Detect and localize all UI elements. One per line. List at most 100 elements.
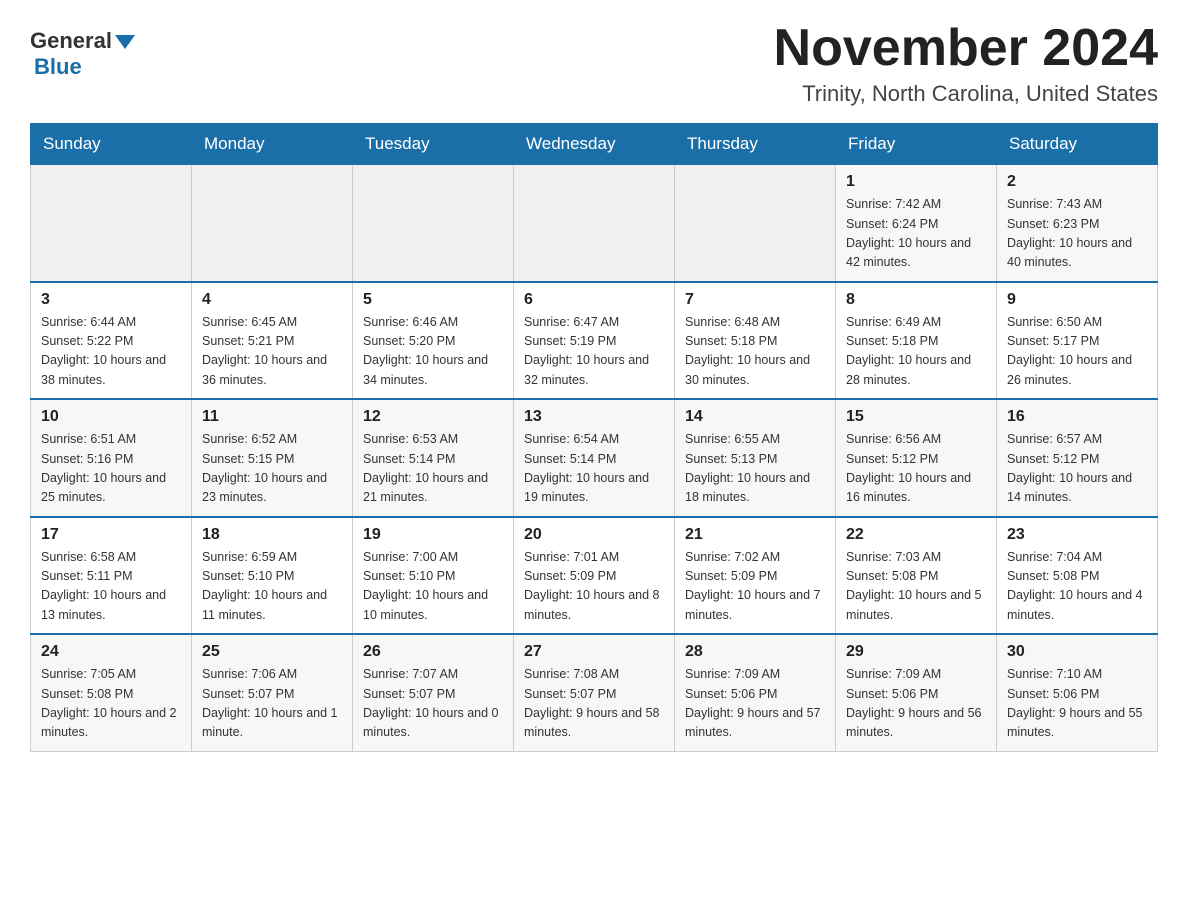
day-number: 8 <box>846 291 986 309</box>
calendar-cell-w4-d5: 22 Sunrise: 7:03 AMSunset: 5:08 PMDayligh… <box>836 517 997 635</box>
logo-blue-text: Blue <box>34 54 82 80</box>
day-info: Sunrise: 6:49 AMSunset: 5:18 PMDaylight:… <box>846 313 986 391</box>
calendar-cell-w5-d2: 26Sunrise: 7:07 AMSunset: 5:07 PMDayligh… <box>353 634 514 751</box>
calendar-cell-w3-d6: 16 Sunrise: 6:57 AMSunset: 5:12 PMDayligh… <box>997 399 1158 517</box>
calendar-cell-w4-d0: 17 Sunrise: 6:58 AMSunset: 5:11 PMDayligh… <box>31 517 192 635</box>
day-info: Sunrise: 7:09 AMSunset: 5:06 PMDaylight:… <box>685 665 825 743</box>
calendar-cell-w2-d4: 7Sunrise: 6:48 AMSunset: 5:18 PMDaylight… <box>675 282 836 400</box>
calendar-week-2: 3 Sunrise: 6:44 AMSunset: 5:22 PMDaylight… <box>31 282 1158 400</box>
day-number: 5 <box>363 291 503 309</box>
day-number: 7 <box>685 291 825 309</box>
day-info: Sunrise: 7:02 AMSunset: 5:09 PMDaylight:… <box>685 548 825 626</box>
day-number: 23 <box>1007 526 1147 544</box>
day-info: Sunrise: 7:08 AMSunset: 5:07 PMDaylight:… <box>524 665 664 743</box>
month-year-title: November 2024 <box>774 20 1158 77</box>
calendar-cell-w4-d1: 18 Sunrise: 6:59 AMSunset: 5:10 PMDayligh… <box>192 517 353 635</box>
day-info: Sunrise: 6:54 AMSunset: 5:14 PMDaylight:… <box>524 430 664 508</box>
day-info: Sunrise: 7:43 AMSunset: 6:23 PMDaylight:… <box>1007 195 1147 273</box>
day-number: 10 <box>41 408 181 426</box>
day-info: Sunrise: 6:51 AMSunset: 5:16 PMDaylight:… <box>41 430 181 508</box>
day-number: 13 <box>524 408 664 426</box>
calendar-cell-w5-d0: 24 Sunrise: 7:05 AMSunset: 5:08 PMDayligh… <box>31 634 192 751</box>
calendar-cell-w1-d6: 2 Sunrise: 7:43 AMSunset: 6:23 PMDaylight… <box>997 165 1158 282</box>
day-info: Sunrise: 7:07 AMSunset: 5:07 PMDaylight:… <box>363 665 503 743</box>
calendar-cell-w3-d5: 15 Sunrise: 6:56 AMSunset: 5:12 PMDayligh… <box>836 399 997 517</box>
day-number: 25 <box>202 643 342 661</box>
day-number: 27 <box>524 643 664 661</box>
day-number: 24 <box>41 643 181 661</box>
day-info: Sunrise: 6:56 AMSunset: 5:12 PMDaylight:… <box>846 430 986 508</box>
calendar-cell-w5-d5: 29Sunrise: 7:09 AMSunset: 5:06 PMDayligh… <box>836 634 997 751</box>
calendar-cell-w1-d4 <box>675 165 836 282</box>
calendar-cell-w3-d3: 13 Sunrise: 6:54 AMSunset: 5:14 PMDayligh… <box>514 399 675 517</box>
day-info: Sunrise: 7:01 AMSunset: 5:09 PMDaylight:… <box>524 548 664 626</box>
day-number: 20 <box>524 526 664 544</box>
day-number: 15 <box>846 408 986 426</box>
day-number: 9 <box>1007 291 1147 309</box>
calendar-cell-w3-d2: 12Sunrise: 6:53 AMSunset: 5:14 PMDayligh… <box>353 399 514 517</box>
calendar-week-5: 24 Sunrise: 7:05 AMSunset: 5:08 PMDayligh… <box>31 634 1158 751</box>
calendar-cell-w3-d0: 10 Sunrise: 6:51 AMSunset: 5:16 PMDayligh… <box>31 399 192 517</box>
day-number: 18 <box>202 526 342 544</box>
calendar-cell-w5-d4: 28Sunrise: 7:09 AMSunset: 5:06 PMDayligh… <box>675 634 836 751</box>
day-number: 2 <box>1007 173 1147 191</box>
calendar-cell-w1-d1 <box>192 165 353 282</box>
calendar-week-1: 1 Sunrise: 7:42 AMSunset: 6:24 PMDaylight… <box>31 165 1158 282</box>
day-number: 21 <box>685 526 825 544</box>
col-monday: Monday <box>192 124 353 165</box>
calendar-cell-w2-d6: 9 Sunrise: 6:50 AMSunset: 5:17 PMDaylight… <box>997 282 1158 400</box>
day-info: Sunrise: 7:42 AMSunset: 6:24 PMDaylight:… <box>846 195 986 273</box>
calendar-header-row: Sunday Monday Tuesday Wednesday Thursday… <box>31 124 1158 165</box>
calendar-cell-w2-d2: 5 Sunrise: 6:46 AMSunset: 5:20 PMDaylight… <box>353 282 514 400</box>
day-info: Sunrise: 6:55 AMSunset: 5:13 PMDaylight:… <box>685 430 825 508</box>
page-header: General Blue November 2024 Trinity, Nort… <box>30 20 1158 107</box>
day-number: 22 <box>846 526 986 544</box>
day-number: 3 <box>41 291 181 309</box>
day-number: 14 <box>685 408 825 426</box>
day-info: Sunrise: 7:06 AMSunset: 5:07 PMDaylight:… <box>202 665 342 743</box>
calendar-cell-w4-d3: 20 Sunrise: 7:01 AMSunset: 5:09 PMDayligh… <box>514 517 675 635</box>
calendar-cell-w5-d3: 27 Sunrise: 7:08 AMSunset: 5:07 PMDayligh… <box>514 634 675 751</box>
calendar-cell-w1-d0 <box>31 165 192 282</box>
calendar-cell-w2-d3: 6 Sunrise: 6:47 AMSunset: 5:19 PMDaylight… <box>514 282 675 400</box>
day-info: Sunrise: 7:03 AMSunset: 5:08 PMDaylight:… <box>846 548 986 626</box>
day-info: Sunrise: 7:04 AMSunset: 5:08 PMDaylight:… <box>1007 548 1147 626</box>
col-thursday: Thursday <box>675 124 836 165</box>
day-number: 1 <box>846 173 986 191</box>
logo: General Blue <box>30 28 135 80</box>
day-info: Sunrise: 6:44 AMSunset: 5:22 PMDaylight:… <box>41 313 181 391</box>
day-number: 11 <box>202 408 342 426</box>
day-info: Sunrise: 6:47 AMSunset: 5:19 PMDaylight:… <box>524 313 664 391</box>
calendar-cell-w1-d5: 1 Sunrise: 7:42 AMSunset: 6:24 PMDaylight… <box>836 165 997 282</box>
day-info: Sunrise: 6:53 AMSunset: 5:14 PMDaylight:… <box>363 430 503 508</box>
title-section: November 2024 Trinity, North Carolina, U… <box>774 20 1158 107</box>
day-number: 4 <box>202 291 342 309</box>
col-tuesday: Tuesday <box>353 124 514 165</box>
day-info: Sunrise: 7:00 AMSunset: 5:10 PMDaylight:… <box>363 548 503 626</box>
day-number: 17 <box>41 526 181 544</box>
col-friday: Friday <box>836 124 997 165</box>
calendar-cell-w1-d3 <box>514 165 675 282</box>
day-info: Sunrise: 6:45 AMSunset: 5:21 PMDaylight:… <box>202 313 342 391</box>
calendar-week-3: 10 Sunrise: 6:51 AMSunset: 5:16 PMDayligh… <box>31 399 1158 517</box>
calendar-week-4: 17 Sunrise: 6:58 AMSunset: 5:11 PMDayligh… <box>31 517 1158 635</box>
calendar-table: Sunday Monday Tuesday Wednesday Thursday… <box>30 123 1158 752</box>
col-sunday: Sunday <box>31 124 192 165</box>
day-info: Sunrise: 6:46 AMSunset: 5:20 PMDaylight:… <box>363 313 503 391</box>
calendar-cell-w2-d1: 4 Sunrise: 6:45 AMSunset: 5:21 PMDaylight… <box>192 282 353 400</box>
calendar-cell-w3-d4: 14 Sunrise: 6:55 AMSunset: 5:13 PMDayligh… <box>675 399 836 517</box>
day-info: Sunrise: 6:50 AMSunset: 5:17 PMDaylight:… <box>1007 313 1147 391</box>
day-info: Sunrise: 7:09 AMSunset: 5:06 PMDaylight:… <box>846 665 986 743</box>
day-number: 16 <box>1007 408 1147 426</box>
col-saturday: Saturday <box>997 124 1158 165</box>
day-number: 19 <box>363 526 503 544</box>
calendar-cell-w2-d0: 3 Sunrise: 6:44 AMSunset: 5:22 PMDaylight… <box>31 282 192 400</box>
calendar-cell-w4-d6: 23 Sunrise: 7:04 AMSunset: 5:08 PMDayligh… <box>997 517 1158 635</box>
day-info: Sunrise: 6:57 AMSunset: 5:12 PMDaylight:… <box>1007 430 1147 508</box>
calendar-cell-w2-d5: 8 Sunrise: 6:49 AMSunset: 5:18 PMDaylight… <box>836 282 997 400</box>
day-info: Sunrise: 6:59 AMSunset: 5:10 PMDaylight:… <box>202 548 342 626</box>
day-info: Sunrise: 6:58 AMSunset: 5:11 PMDaylight:… <box>41 548 181 626</box>
day-number: 6 <box>524 291 664 309</box>
day-info: Sunrise: 7:05 AMSunset: 5:08 PMDaylight:… <box>41 665 181 743</box>
logo-triangle-icon <box>115 35 135 49</box>
